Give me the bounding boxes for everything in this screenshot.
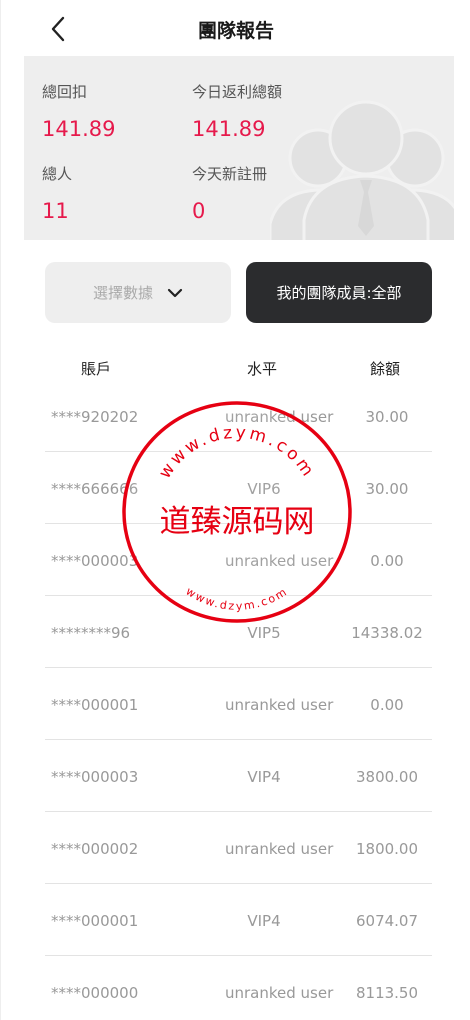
table-row[interactable]: ****666666 VIP6 30.00 [45, 452, 432, 524]
member-table: ****920202 unranked user 30.00 ****66666… [45, 380, 432, 1020]
team-members-button[interactable]: 我的團隊成員:全部 [246, 262, 432, 323]
balance-cell: 14338.02 [351, 624, 423, 642]
team-people-icon [270, 100, 454, 240]
table-row[interactable]: ****920202 unranked user 30.00 [45, 380, 432, 452]
stat-value: 141.89 [192, 117, 266, 141]
level-cell: unranked user [225, 840, 334, 858]
level-cell: unranked user [225, 552, 334, 570]
table-row[interactable]: ****000000 unranked user 8113.50 [45, 956, 432, 1020]
account-cell: ****000001 [51, 912, 139, 930]
table-row[interactable]: ****000001 unranked user 0.00 [45, 668, 432, 740]
stat-value: 0 [192, 199, 206, 223]
level-cell: unranked user [225, 408, 334, 426]
select-data-dropdown[interactable]: 選擇數據 [45, 262, 231, 323]
table-row[interactable]: ****000001 VIP4 6074.07 [45, 884, 432, 956]
stat-total-rebate: 總回扣 141.89 [42, 81, 115, 141]
stat-label: 今日返利總額 [192, 83, 283, 101]
team-members-label: 我的團隊成員:全部 [276, 284, 402, 302]
balance-cell: 8113.50 [355, 984, 419, 1002]
level-cell: VIP4 [247, 912, 281, 930]
level-cell: VIP6 [247, 480, 281, 498]
balance-cell: 0.00 [370, 696, 404, 714]
account-cell: ****000003 [51, 552, 139, 570]
level-cell: VIP4 [247, 768, 281, 786]
table-row[interactable]: ********96 VIP5 14338.02 [45, 596, 432, 668]
chevron-down-icon [167, 288, 183, 297]
team-report-page: 團隊報告 總回扣 141.89 今日返利總額 141.89 總人 11 今天新註… [0, 0, 470, 1020]
balance-cell: 0.00 [370, 552, 404, 570]
level-cell: unranked user [225, 696, 334, 714]
table-row[interactable]: ****000003 unranked user 0.00 [45, 524, 432, 596]
balance-cell: 30.00 [365, 480, 409, 498]
stat-label: 今天新註冊 [192, 165, 268, 183]
account-cell: ****666666 [51, 480, 139, 498]
column-header-balance: 餘額 [370, 360, 401, 378]
table-row[interactable]: ****000002 unranked user 1800.00 [45, 812, 432, 884]
column-header-account: 賬戶 [81, 360, 112, 378]
balance-cell: 3800.00 [355, 768, 419, 786]
account-cell: ****920202 [51, 408, 139, 426]
stat-value: 11 [42, 199, 69, 223]
column-header-level: 水平 [247, 360, 278, 378]
stat-total-people: 總人 11 [42, 163, 72, 223]
account-cell: ********96 [51, 624, 131, 642]
level-cell: unranked user [225, 984, 334, 1002]
account-cell: ****000000 [51, 984, 139, 1002]
account-cell: ****000001 [51, 696, 139, 714]
header: 團隊報告 [1, 0, 470, 56]
stat-new-registrations: 今天新註冊 0 [192, 163, 267, 223]
table-row[interactable]: ****000003 VIP4 3800.00 [45, 740, 432, 812]
summary-card: 總回扣 141.89 今日返利總額 141.89 總人 11 今天新註冊 0 [24, 56, 454, 240]
stat-value: 141.89 [42, 117, 116, 141]
level-cell: VIP5 [247, 624, 281, 642]
balance-cell: 6074.07 [355, 912, 419, 930]
page-title: 團隊報告 [197, 20, 274, 42]
balance-cell: 1800.00 [355, 840, 419, 858]
account-cell: ****000003 [51, 768, 139, 786]
stat-label: 總回扣 [42, 83, 88, 101]
stat-today-rebate: 今日返利總額 141.89 [192, 81, 282, 141]
account-cell: ****000002 [51, 840, 139, 858]
select-data-label: 選擇數據 [92, 284, 153, 302]
stat-label: 總人 [42, 165, 73, 183]
balance-cell: 30.00 [365, 408, 409, 426]
